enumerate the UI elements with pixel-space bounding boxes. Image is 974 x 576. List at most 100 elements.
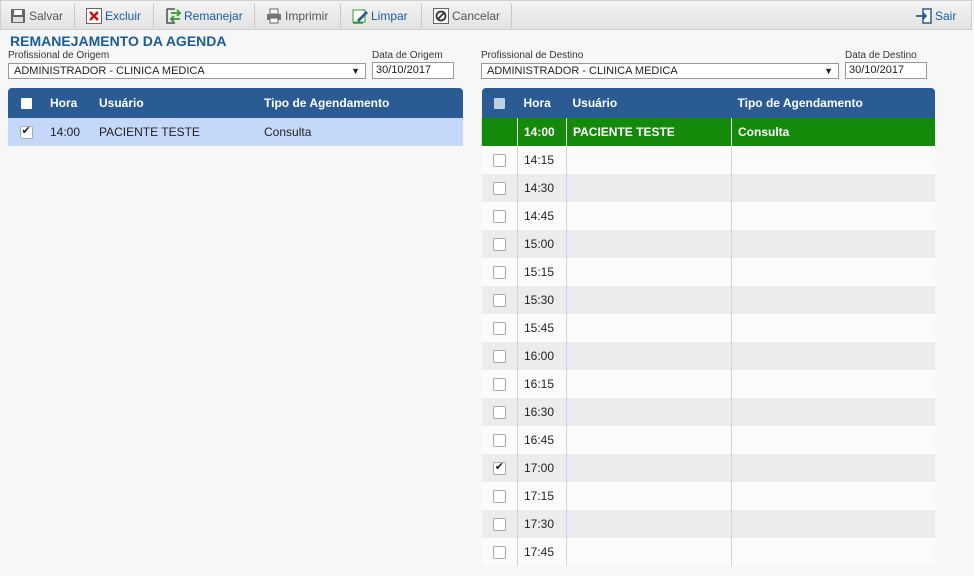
table-row[interactable]: 14:15: [481, 146, 935, 174]
imprimir-button[interactable]: Imprimir: [265, 4, 328, 28]
hora-cell: 15:00: [517, 230, 567, 258]
booked-empty-cell: [481, 118, 518, 146]
hora-cell: 16:45: [517, 426, 567, 454]
row-checkbox[interactable]: [492, 378, 506, 392]
excluir-button[interactable]: Excluir: [85, 4, 141, 28]
data-destino-input[interactable]: 30/10/2017: [845, 62, 927, 79]
hora-cell: 14:00: [44, 118, 93, 146]
row-checkbox[interactable]: [492, 406, 506, 420]
salvar-button[interactable]: Salvar: [9, 4, 63, 28]
hora-header: Hora: [517, 88, 567, 118]
row-checkbox[interactable]: [19, 124, 33, 140]
tipo-cell: [731, 398, 935, 426]
row-checkbox-cell: [481, 342, 518, 370]
toolbar: Salvar Excluir Remanejar Imprimir Limpar…: [0, 0, 972, 30]
table-row[interactable]: 14:45: [481, 202, 935, 230]
profissional-origem-select[interactable]: ADMINISTRADOR - CLINICA MEDICA ▼: [8, 63, 366, 79]
printer-icon: [267, 8, 281, 24]
usuario-cell: [566, 370, 732, 398]
data-destino-label: Data de Destino: [845, 50, 917, 61]
profissional-origem-label: Profissional de Origem: [8, 50, 110, 61]
delete-x-icon: [86, 8, 102, 24]
hora-cell: 17:30: [517, 510, 567, 538]
destino-table: Hora Usuário Tipo de Agendamento 14:00 P…: [481, 88, 935, 566]
row-checkbox[interactable]: [492, 490, 506, 504]
row-checkbox-cell: [481, 538, 518, 566]
usuario-cell: [566, 398, 732, 426]
row-checkbox[interactable]: [492, 322, 506, 336]
hora-cell: 14:45: [517, 202, 567, 230]
usuario-cell: PACIENTE TESTE: [93, 118, 258, 146]
tipo-cell: [731, 538, 935, 566]
page-title: REMANEJAMENTO DA AGENDA: [10, 33, 227, 49]
tipo-cell: [731, 230, 935, 258]
table-row[interactable]: 15:30: [481, 286, 935, 314]
usuario-cell: [566, 454, 732, 482]
row-checkbox[interactable]: [492, 238, 506, 252]
swap-arrows-icon: [166, 8, 182, 24]
row-checkbox[interactable]: [492, 518, 506, 532]
row-checkbox-cell: [481, 146, 518, 174]
hora-cell: 17:45: [517, 538, 567, 566]
hora-cell: 15:45: [517, 314, 567, 342]
select-all-header: [481, 88, 518, 118]
profissional-destino-select[interactable]: ADMINISTRADOR - CLINICA MEDICA ▼: [481, 63, 839, 79]
select-all-header: [8, 88, 44, 118]
remanejar-button[interactable]: Remanejar: [164, 4, 243, 28]
row-checkbox-cell: [481, 454, 518, 482]
chevron-down-icon: ▼: [351, 66, 360, 76]
table-row[interactable]: 15:00: [481, 230, 935, 258]
row-checkbox-cell: [481, 202, 518, 230]
data-origem-input[interactable]: 30/10/2017: [372, 62, 454, 79]
table-row[interactable]: 15:15: [481, 258, 935, 286]
sair-button[interactable]: Sair: [915, 4, 956, 28]
table-row[interactable]: 17:15: [481, 482, 935, 510]
row-checkbox[interactable]: [492, 182, 506, 196]
row-checkbox-cell: [481, 230, 518, 258]
row-checkbox[interactable]: [492, 434, 506, 448]
toolbar-divider: [340, 4, 341, 28]
usuario-cell: [566, 510, 732, 538]
usuario-cell: [566, 314, 732, 342]
tipo-cell: [731, 258, 935, 286]
table-row[interactable]: 16:15: [481, 370, 935, 398]
row-checkbox[interactable]: [492, 154, 506, 168]
row-checkbox-cell: [481, 174, 518, 202]
select-all-checkbox[interactable]: [494, 98, 505, 110]
hora-header: Hora: [44, 88, 93, 118]
hora-cell: 16:30: [517, 398, 567, 426]
tipo-header: Tipo de Agendamento: [258, 88, 463, 118]
tipo-cell: [731, 370, 935, 398]
usuario-cell: [566, 482, 732, 510]
limpar-label: Limpar: [371, 9, 408, 23]
booked-row[interactable]: 14:00 PACIENTE TESTE Consulta: [481, 118, 935, 146]
row-checkbox[interactable]: [492, 350, 506, 364]
usuario-cell: [566, 230, 732, 258]
cancelar-button[interactable]: Cancelar: [432, 4, 500, 28]
row-checkbox[interactable]: [492, 266, 506, 280]
limpar-button[interactable]: Limpar: [351, 4, 408, 28]
row-checkbox[interactable]: [492, 210, 506, 224]
row-checkbox-cell: [481, 510, 518, 538]
table-row[interactable]: 14:00 PACIENTE TESTE Consulta: [8, 118, 463, 146]
table-row[interactable]: 14:30: [481, 174, 935, 202]
table-row[interactable]: 17:30: [481, 510, 935, 538]
table-row[interactable]: 15:45: [481, 314, 935, 342]
tipo-cell: [731, 146, 935, 174]
tipo-cell: [731, 342, 935, 370]
table-row[interactable]: 17:00: [481, 454, 935, 482]
row-checkbox[interactable]: [492, 460, 506, 476]
table-row[interactable]: 16:30: [481, 398, 935, 426]
usuario-header: Usuário: [566, 88, 732, 118]
remanejar-label: Remanejar: [184, 9, 243, 23]
table-row[interactable]: 17:45: [481, 538, 935, 566]
imprimir-label: Imprimir: [285, 9, 329, 23]
row-checkbox[interactable]: [492, 546, 506, 560]
tipo-cell: [731, 454, 935, 482]
table-row[interactable]: 16:00: [481, 342, 935, 370]
row-checkbox[interactable]: [492, 294, 506, 308]
row-checkbox-cell: [8, 118, 44, 146]
table-row[interactable]: 16:45: [481, 426, 935, 454]
tipo-cell: [731, 314, 935, 342]
select-all-checkbox[interactable]: [20, 98, 32, 110]
